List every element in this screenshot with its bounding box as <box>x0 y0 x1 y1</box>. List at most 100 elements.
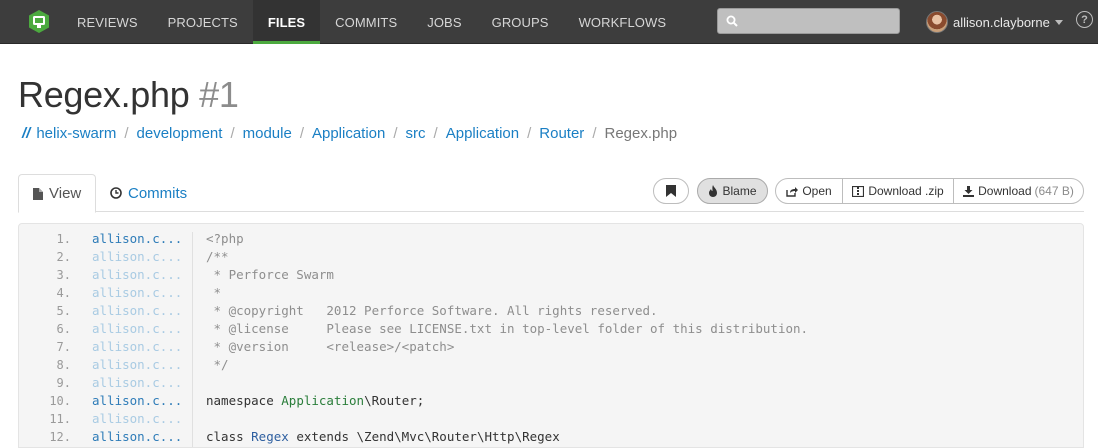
breadcrumb-item[interactable]: Router <box>539 125 584 142</box>
chevron-down-icon <box>1054 19 1063 25</box>
line-number[interactable]: 1. <box>19 230 71 248</box>
code-text: * @copyright 2012 Perforce Software. All… <box>206 303 658 318</box>
breadcrumb-item[interactable]: helix-swarm <box>36 125 116 142</box>
code-text: <?php <box>206 231 244 246</box>
line-number[interactable]: 6. <box>19 320 71 338</box>
share-icon <box>786 186 799 197</box>
line-number[interactable]: 5. <box>19 302 71 320</box>
code-line: 12. allison.c... class Regex extends \Zend… <box>19 428 1083 446</box>
page-title: Regex.php #1 <box>18 74 239 116</box>
file-icon <box>33 187 43 200</box>
nav-item-commits[interactable]: COMMITS <box>320 0 412 44</box>
nav-item-jobs[interactable]: JOBS <box>412 0 476 44</box>
breadcrumb-separator: / <box>433 125 438 142</box>
download-button[interactable]: Download (647 B) <box>954 179 1083 203</box>
breadcrumb-separator: / <box>592 125 597 142</box>
revision-number: #1 <box>199 74 239 115</box>
blame-author[interactable]: allison.c... <box>92 428 192 446</box>
blame-author[interactable]: allison.c... <box>92 320 192 338</box>
code-line: 6. allison.c... * @license Please see LIC… <box>19 320 1083 338</box>
line-number[interactable]: 12. <box>19 428 71 446</box>
file-size: (647 B) <box>1034 184 1074 198</box>
breadcrumb-separator: / <box>393 125 398 142</box>
line-number[interactable]: 4. <box>19 284 71 302</box>
nav-item-workflows[interactable]: WORKFLOWS <box>564 0 682 44</box>
top-navbar: REVIEWS PROJECTS FILES COMMITS JOBS GROU… <box>0 0 1098 44</box>
blame-author[interactable]: allison.c... <box>92 392 192 410</box>
blame-author[interactable]: allison.c... <box>92 374 192 392</box>
tab-view[interactable]: View <box>18 174 96 213</box>
code-line: 3. allison.c... * Perforce Swarm <box>19 266 1083 284</box>
breadcrumb-item[interactable]: src <box>406 125 426 142</box>
avatar <box>926 11 948 33</box>
tab-commits-label: Commits <box>128 184 188 202</box>
code-line: 9. allison.c... <box>19 374 1083 392</box>
open-button[interactable]: Open <box>776 179 843 203</box>
breadcrumb-separator: / <box>527 125 532 142</box>
blame-author[interactable]: allison.c... <box>92 338 192 356</box>
code-text: class Regex extends \Zend\Mvc\Router\Htt… <box>206 429 560 444</box>
code-text: * <box>206 285 222 300</box>
breadcrumb-item[interactable]: Application <box>446 125 519 142</box>
tab-view-label: View <box>49 185 82 202</box>
code-text: */ <box>206 357 229 372</box>
clock-icon <box>110 187 122 199</box>
line-number[interactable]: 11. <box>19 410 71 428</box>
code-text: namespace Application\Router; <box>206 393 425 408</box>
blame-author[interactable]: allison.c... <box>92 266 192 284</box>
download-zip-label: Download .zip <box>868 184 944 198</box>
file-name: Regex.php <box>18 74 190 115</box>
breadcrumb-separator: / <box>124 125 129 142</box>
nav-item-projects[interactable]: PROJECTS <box>153 0 253 44</box>
search-input[interactable] <box>744 12 894 30</box>
line-number[interactable]: 9. <box>19 374 71 392</box>
code-text: * @version <release>/<patch> <box>206 339 455 354</box>
code-line: 2. allison.c... /** <box>19 248 1083 266</box>
blame-label: Blame <box>722 184 757 198</box>
breadcrumb-separator: / <box>230 125 235 142</box>
archive-icon <box>852 185 865 197</box>
code-text: * @license Please see LICENSE.txt in top… <box>206 321 809 336</box>
blame-author[interactable]: allison.c... <box>92 356 192 374</box>
breadcrumb-root[interactable]: // <box>22 125 30 142</box>
code-line: 11. allison.c... <box>19 410 1083 428</box>
blame-author[interactable]: allison.c... <box>92 248 192 266</box>
code-line: 4. allison.c... * <box>19 284 1083 302</box>
code-text: * Perforce Swarm <box>206 267 334 282</box>
blame-author[interactable]: allison.c... <box>92 284 192 302</box>
tab-commits[interactable]: Commits <box>110 174 187 212</box>
nav-item-reviews[interactable]: REVIEWS <box>62 0 153 44</box>
code-line: 10. allison.c... namespace Application\Rou… <box>19 392 1083 410</box>
line-number[interactable]: 7. <box>19 338 71 356</box>
flame-icon <box>709 185 718 197</box>
breadcrumb-item[interactable]: module <box>243 125 292 142</box>
search-icon <box>726 15 738 27</box>
nav-item-groups[interactable]: GROUPS <box>477 0 564 44</box>
swarm-logo-icon[interactable] <box>28 9 50 34</box>
username: allison.clayborne <box>953 14 1050 30</box>
breadcrumb-item[interactable]: development <box>137 125 223 142</box>
line-number[interactable]: 3. <box>19 266 71 284</box>
blame-author[interactable]: allison.c... <box>92 230 192 248</box>
line-number[interactable]: 2. <box>19 248 71 266</box>
user-menu[interactable]: allison.clayborne <box>926 9 1063 35</box>
search-box[interactable] <box>717 8 900 34</box>
help-icon[interactable]: ? <box>1076 11 1093 28</box>
code-line: 8. allison.c... */ <box>19 356 1083 374</box>
file-actions-group: Open Download .zip Download (647 B) <box>775 178 1084 204</box>
code-viewer: 1. allison.c... <?php 2. allison.c... /** 3. al… <box>18 223 1084 448</box>
download-zip-button[interactable]: Download .zip <box>843 179 954 203</box>
line-number[interactable]: 8. <box>19 356 71 374</box>
bookmark-icon <box>666 185 676 197</box>
blame-author[interactable]: allison.c... <box>92 410 192 428</box>
open-label: Open <box>802 184 832 198</box>
blame-author[interactable]: allison.c... <box>92 302 192 320</box>
code-line: 1. allison.c... <?php <box>19 230 1083 248</box>
download-icon <box>963 185 975 197</box>
bookmark-button[interactable] <box>653 178 689 204</box>
nav-item-files[interactable]: FILES <box>252 0 321 44</box>
line-number[interactable]: 10. <box>19 392 71 410</box>
blame-button[interactable]: Blame <box>697 178 768 204</box>
nav-menu: REVIEWS PROJECTS FILES COMMITS JOBS GROU… <box>62 0 681 44</box>
breadcrumb-item[interactable]: Application <box>312 125 385 142</box>
